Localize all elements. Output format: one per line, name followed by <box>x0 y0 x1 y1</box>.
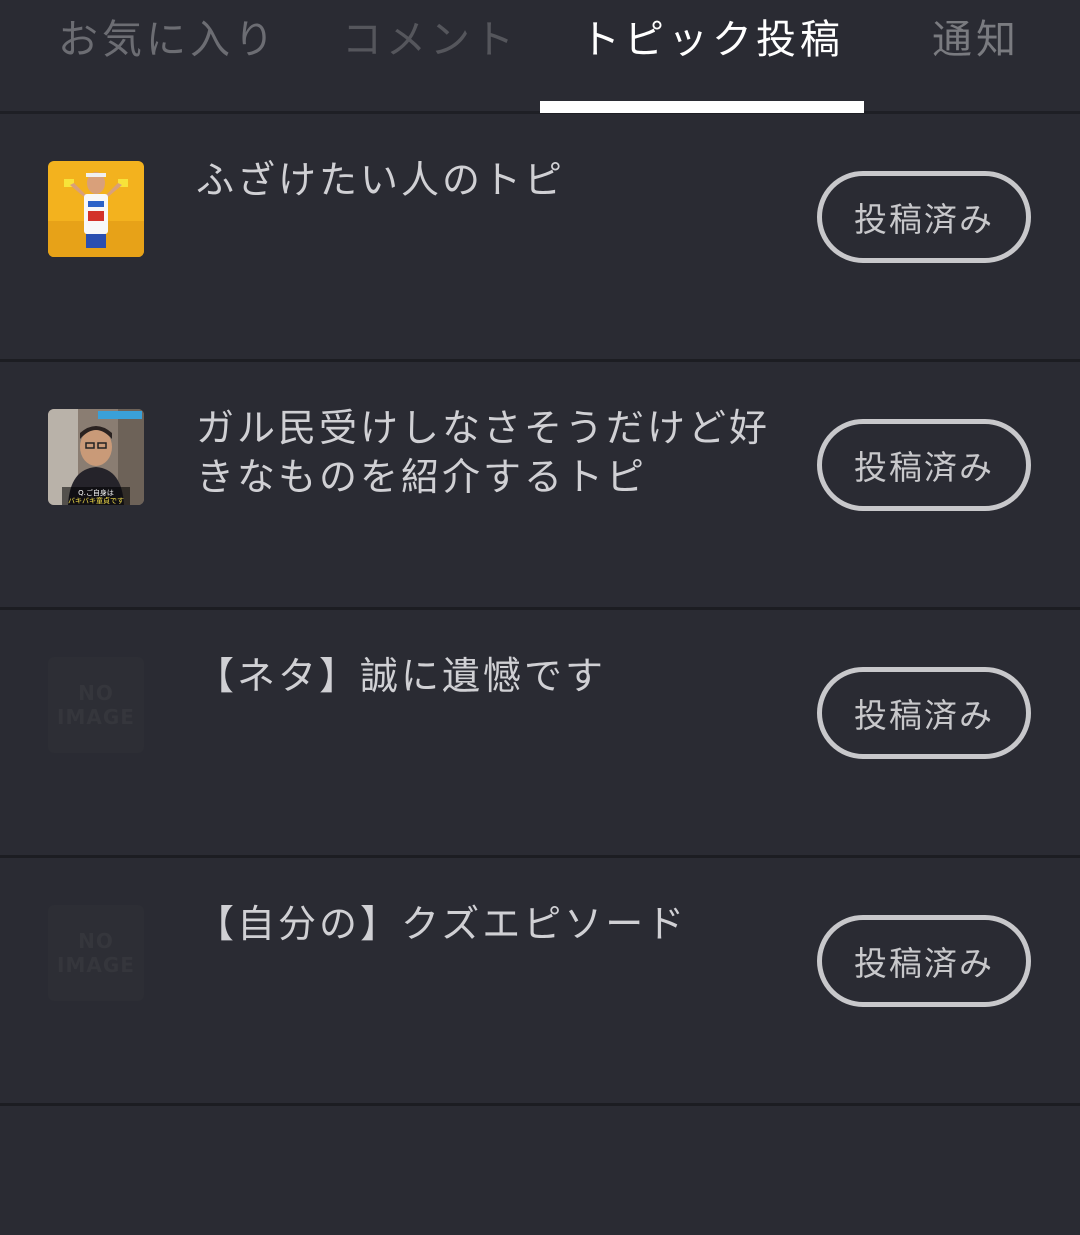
list-item[interactable]: NO IMAGE 【自分の】クズエピソード 投稿済み <box>0 858 1080 1106</box>
tab-bar: お気に入り コメント トピック投稿 通知 <box>0 0 1080 114</box>
topic-thumbnail <box>48 161 144 257</box>
topic-title[interactable]: 【自分の】クズエピソード <box>196 900 786 949</box>
thumbnail-photo-icon: Q.ご自身は バキバキ童貞です <box>48 409 144 505</box>
posted-status-button[interactable]: 投稿済み <box>817 419 1031 511</box>
list-item[interactable]: ふざけたい人のトピ 投稿済み <box>0 114 1080 362</box>
posted-status-button[interactable]: 投稿済み <box>817 171 1031 263</box>
no-image-label-line1: NO <box>78 681 114 705</box>
no-image-placeholder: NO IMAGE <box>48 905 144 1001</box>
topic-list: ふざけたい人のトピ 投稿済み Q.ご自身は バキバキ童貞です ガル民受けしなさそ… <box>0 114 1080 1106</box>
no-image-placeholder: NO IMAGE <box>48 657 144 753</box>
list-item[interactable]: NO IMAGE 【ネタ】誠に遺憾です 投稿済み <box>0 610 1080 858</box>
posted-status-button[interactable]: 投稿済み <box>817 915 1031 1007</box>
tab-comments[interactable]: コメント <box>342 10 518 70</box>
thumbnail-caption-line2: バキバキ童貞です <box>68 496 124 505</box>
topic-title[interactable]: ふざけたい人のトピ <box>196 156 786 205</box>
list-item[interactable]: Q.ご自身は バキバキ童貞です ガル民受けしなさそうだけど好きなものを紹介するト… <box>0 362 1080 610</box>
topic-posts-screen: お気に入り コメント トピック投稿 通知 ふざけたい人のトピ 投稿済み Q.ご自… <box>0 0 1080 1235</box>
thumbnail-photo-icon <box>48 161 144 257</box>
thumbnail-caption-line1: Q.ご自身は <box>78 488 114 497</box>
topic-title[interactable]: ガル民受けしなさそうだけど好きなものを紹介するトピ <box>196 404 786 502</box>
no-image-label-line2: IMAGE <box>57 953 135 977</box>
topic-thumbnail: Q.ご自身は バキバキ童貞です <box>48 409 144 505</box>
tab-topic-posts[interactable]: トピック投稿 <box>580 10 844 70</box>
no-image-label-line1: NO <box>78 929 114 953</box>
topic-title[interactable]: 【ネタ】誠に遺憾です <box>196 652 786 701</box>
posted-status-button[interactable]: 投稿済み <box>817 667 1031 759</box>
tab-notifications[interactable]: 通知 <box>932 10 1020 70</box>
no-image-label-line2: IMAGE <box>57 705 135 729</box>
active-tab-indicator <box>540 101 864 113</box>
tab-favorites[interactable]: お気に入り <box>58 10 278 70</box>
